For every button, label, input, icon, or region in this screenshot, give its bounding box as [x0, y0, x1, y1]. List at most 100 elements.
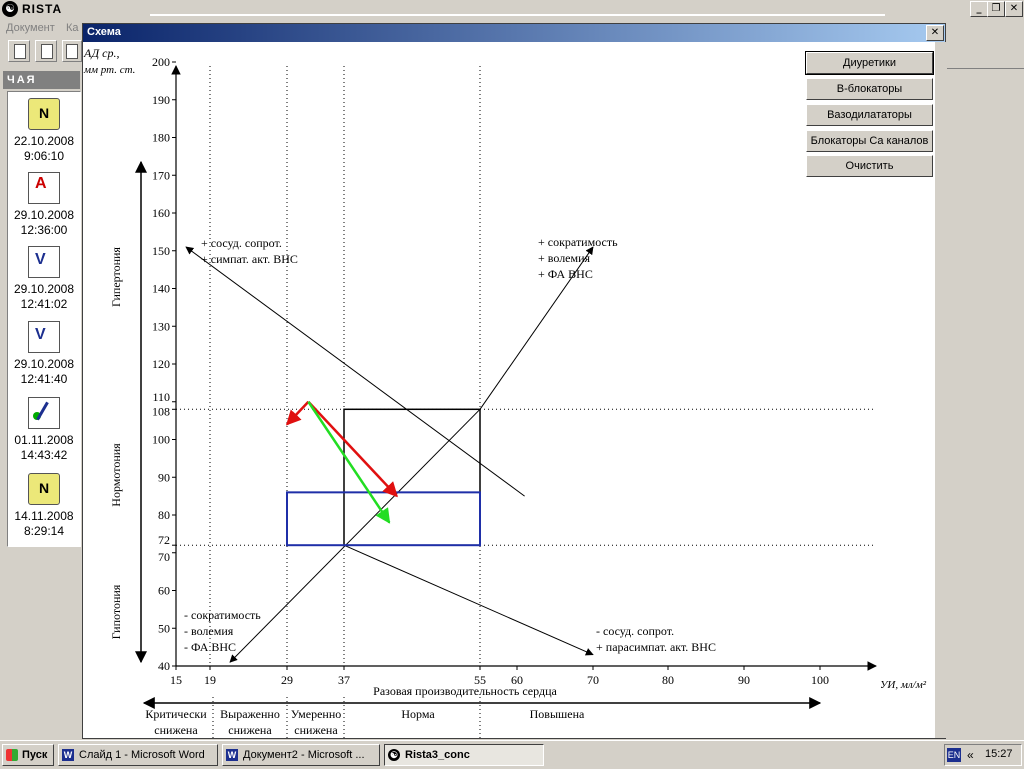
dialog-scrollbar[interactable] — [934, 42, 946, 738]
n-document-icon: N — [28, 98, 60, 130]
dialog-title-bar: Схема ✕ — [83, 24, 945, 42]
ci-region-label: Выраженно — [220, 707, 280, 721]
annotation-upper-right: + сократимость — [538, 235, 618, 249]
y-tick-label: 80 — [158, 508, 170, 522]
annotation-upper-right: + волемия — [538, 251, 591, 265]
x-axis-label: УИ, мл/м² — [880, 679, 927, 691]
ci-region-label: снижена — [228, 723, 272, 737]
x-tick-label: 19 — [204, 673, 216, 687]
y-tick-label: 200 — [152, 55, 170, 69]
annotation-lower-left: - волемия — [184, 624, 234, 638]
background-toolbar — [947, 38, 1024, 69]
grid-lines — [176, 66, 876, 666]
list-item[interactable]: 01.11.2008 14:43:42 — [8, 397, 80, 463]
y-tick-label: 100 — [152, 433, 170, 447]
windows-flag-icon — [6, 749, 18, 761]
beta-blockers-button[interactable]: B-блокаторы — [806, 78, 933, 100]
taskbar: Пуск W Слайд 1 - Microsoft Word W Документ… — [0, 740, 1024, 769]
dialog-close-icon[interactable]: ✕ — [926, 25, 944, 41]
doc-date: 22.10.2008 — [13, 134, 75, 148]
x-axis-title: Разовая производительность сердца — [373, 684, 557, 698]
printer-icon — [66, 44, 78, 59]
doc-time: 12:36:00 — [20, 223, 68, 237]
list-item[interactable]: A 29.10.2008 12:36:00 — [8, 172, 80, 238]
axis-ticks: 200 190 180 170 160 150 140 130 120 110108 100 90 80… — [152, 55, 829, 687]
language-indicator[interactable]: EN — [947, 748, 961, 762]
doc-date: 29.10.2008 — [13, 282, 75, 296]
ci-region-label: Повышена — [530, 707, 585, 721]
v-document-icon: V — [28, 246, 60, 278]
list-item[interactable]: N 22.10.2008 9:06:10 — [8, 98, 80, 164]
doc-date: 14.11.2008 — [14, 509, 74, 523]
task-label: Слайд 1 - Microsoft Word — [79, 749, 205, 761]
doc-time: 14:43:42 — [20, 448, 68, 462]
list-item[interactable]: V 29.10.2008 12:41:40 — [8, 321, 80, 387]
x-tick-label: 100 — [811, 673, 829, 687]
new-document-button[interactable] — [8, 40, 30, 62]
doc-date: 29.10.2008 — [13, 208, 75, 222]
ci-region-label: Умеренно — [291, 707, 342, 721]
start-button[interactable]: Пуск — [2, 744, 54, 766]
annotation-upper-left: + симпат. акт. ВНС — [201, 252, 298, 266]
x-tick-label: 29 — [281, 673, 293, 687]
ca-channel-blockers-button[interactable]: Блокаторы Ca каналов — [806, 130, 933, 152]
y-tick-label: 72 — [158, 533, 170, 547]
diuretics-button[interactable]: Диуретики — [805, 51, 934, 75]
task-word-document[interactable]: W Документ2 - Microsoft ... — [222, 744, 380, 766]
y-tick-label: 140 — [152, 282, 170, 296]
annotation-upper-right: + ФА ВНС — [538, 267, 593, 281]
x-tick-label: 37 — [338, 673, 350, 687]
main-axes — [135, 65, 877, 738]
minimize-icon[interactable]: _ — [970, 1, 988, 17]
y-tick-label: 60 — [158, 584, 170, 598]
x-tick-label: 80 — [662, 673, 674, 687]
page-icon — [14, 44, 26, 59]
y-tick-label: 160 — [152, 206, 170, 220]
vasodilators-button[interactable]: Вазодилататоры — [806, 104, 933, 126]
left-panel-header: ЧАЯ — [3, 71, 80, 89]
y-axis-unit: мм рт. ст. — [83, 64, 135, 76]
region-boxes — [286, 408, 481, 547]
list-item[interactable]: N 14.11.2008 8:29:14 — [8, 473, 80, 539]
word-icon: W — [62, 749, 74, 761]
bp-region-label: Нормотония — [109, 443, 123, 507]
menu-item-ka[interactable]: Ка — [66, 22, 79, 34]
annotation-lower-left: - сократимость — [184, 608, 261, 622]
task-word-slide[interactable]: W Слайд 1 - Microsoft Word — [58, 744, 218, 766]
y-tick-label: 108 — [152, 404, 170, 418]
drug-vector — [285, 400, 310, 426]
y-tick-label: 110 — [152, 390, 170, 404]
drug-vector — [307, 401, 391, 524]
annotation-lower-right: + парасимпат. акт. ВНС — [596, 640, 716, 654]
drug-vector — [307, 400, 398, 498]
clear-button[interactable]: Очистить — [806, 155, 933, 177]
y-tick-label: 170 — [152, 168, 170, 182]
annotation-upper-left: + сосуд. сопрот. — [201, 236, 282, 250]
task-label: Rista3_conc — [405, 749, 470, 761]
doc-date: 01.11.2008 — [14, 433, 74, 447]
ci-region-label: Критически — [145, 707, 207, 721]
y-tick-label: 180 — [152, 131, 170, 145]
doc-time: 9:06:10 — [23, 149, 65, 163]
menu-item-document[interactable]: Документ — [6, 22, 55, 34]
v-document-icon: V — [28, 321, 60, 353]
task-rista[interactable]: ☯ Rista3_conc — [384, 744, 544, 766]
y-axis-label: АД ср., — [83, 46, 119, 60]
close-icon[interactable]: ✕ — [1005, 1, 1023, 17]
y-tick-label: 70 — [158, 550, 170, 564]
open-document-button[interactable] — [35, 40, 57, 62]
y-tick-label: 50 — [158, 621, 170, 635]
app-title: RISTA — [22, 2, 63, 16]
tray-expand-icon[interactable]: « — [967, 748, 974, 762]
bp-region-label: Гипотония — [109, 584, 123, 639]
annotation-lower-right: - сосуд. сопрот. — [596, 624, 674, 638]
print-button[interactable] — [62, 40, 82, 62]
system-tray: EN « 15:27 — [944, 744, 1022, 766]
n-document-icon: N — [28, 473, 60, 505]
patient-box — [286, 491, 481, 547]
x-tick-label: 70 — [587, 673, 599, 687]
pdf-document-icon: A — [28, 172, 60, 204]
restore-icon[interactable]: ❐ — [987, 1, 1005, 17]
annotation-lower-left: - ФА ВНС — [184, 640, 236, 654]
list-item[interactable]: V 29.10.2008 12:41:02 — [8, 246, 80, 312]
